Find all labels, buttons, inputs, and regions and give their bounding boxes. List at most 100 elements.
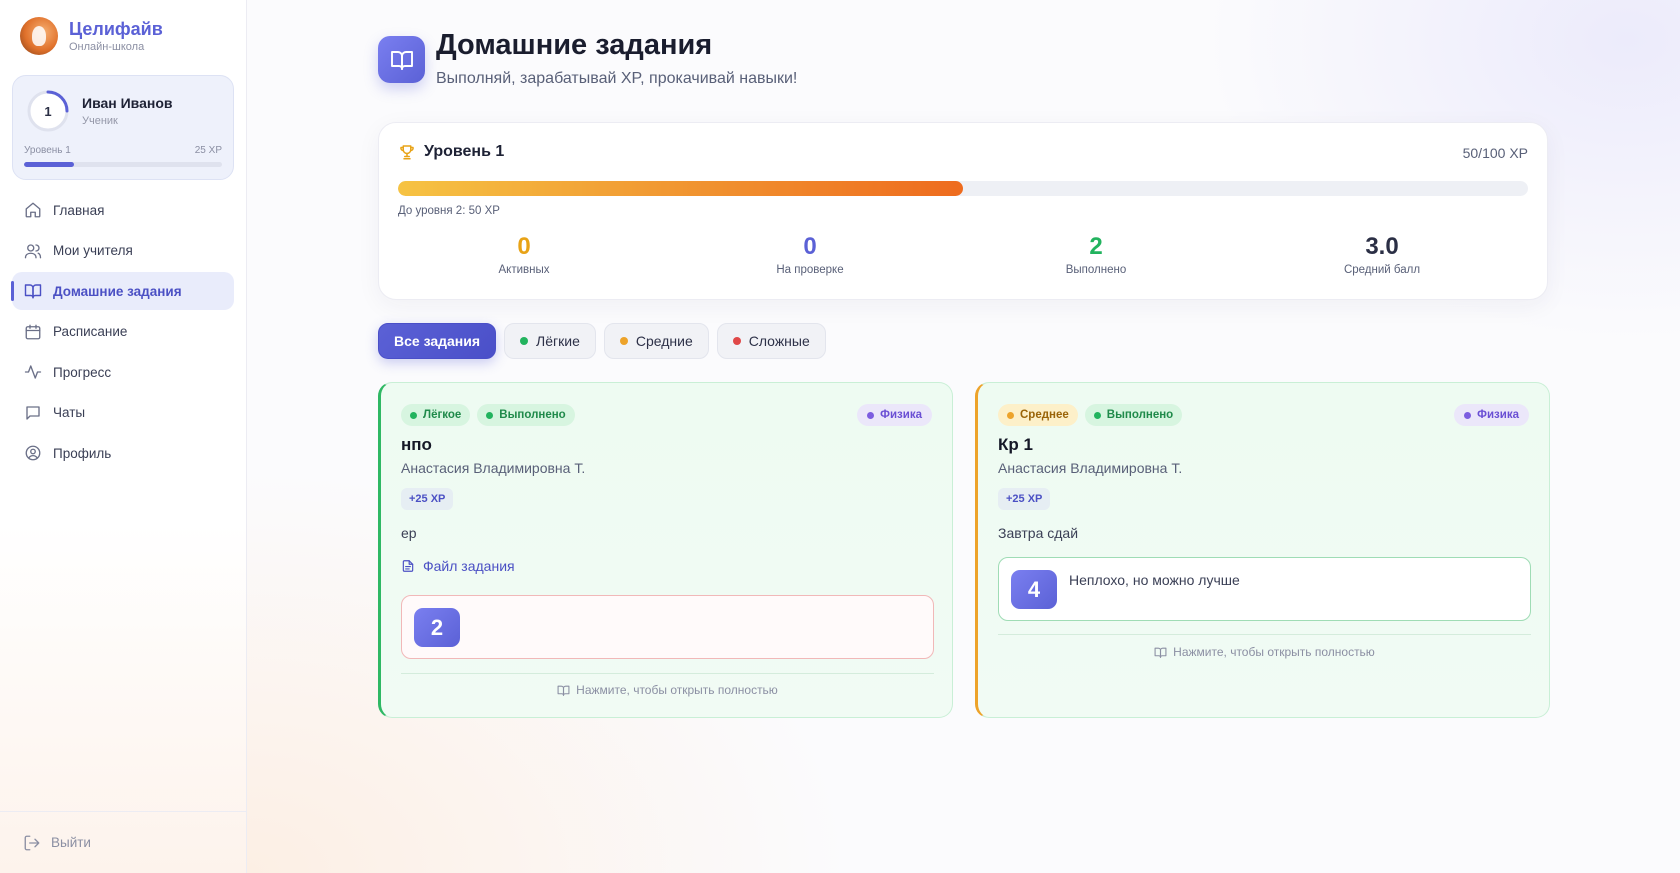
task-card[interactable]: Среднее Выполнено Физика Кр 1 Анастасия … xyxy=(975,382,1550,718)
sidebar-item-label: Профиль xyxy=(53,445,112,461)
stat-value: 0 xyxy=(517,233,531,260)
file-icon xyxy=(402,560,414,572)
filter-easy[interactable]: Лёгкие xyxy=(504,323,596,359)
grade-value: 2 xyxy=(414,608,460,647)
stat-active: 0 Активных xyxy=(424,233,624,276)
home-icon xyxy=(24,201,42,219)
grade-comment: Неплохо, но можно лучше xyxy=(1069,572,1240,588)
status-dot-icon xyxy=(486,411,494,419)
level-ring: 1 xyxy=(26,89,70,133)
calendar-icon xyxy=(24,323,42,341)
medium-dot-icon xyxy=(1007,411,1014,419)
divider xyxy=(998,634,1531,635)
filter-all[interactable]: Все задания xyxy=(378,323,497,359)
subject-dot-icon xyxy=(1464,411,1472,419)
task-file-link[interactable]: Файл задания xyxy=(401,558,515,574)
grade-box: 4 Неплохо, но можно лучше xyxy=(998,557,1531,621)
stat-value: 2 xyxy=(1089,233,1103,260)
subject-dot-icon xyxy=(867,411,875,419)
filter-label: Средние xyxy=(635,333,693,349)
level-heading: Уровень 1 xyxy=(398,143,504,161)
page-subtitle: Выполняй, зарабатывай XP, прокачивай нав… xyxy=(436,70,798,87)
user-xp-label: 25 XP xyxy=(194,145,222,156)
stat-label: Активных xyxy=(498,264,550,276)
task-tags: Среднее Выполнено xyxy=(998,404,1189,426)
task-teacher: Анастасия Владимировна Т. xyxy=(998,460,1183,476)
subject-badge: Физика xyxy=(1454,404,1529,426)
brand-logo xyxy=(20,17,58,55)
stat-label: На проверке xyxy=(776,264,844,276)
medium-dot-icon xyxy=(619,337,628,345)
chat-icon xyxy=(24,404,42,422)
filter-medium[interactable]: Средние xyxy=(603,323,709,359)
sidebar-item-label: Прогресс xyxy=(53,364,112,380)
sidebar-item-label: Расписание xyxy=(53,324,128,339)
sidebar-item-chats[interactable]: Чаты xyxy=(12,394,234,432)
task-title: Кр 1 xyxy=(998,435,1033,454)
subject-label: Физика xyxy=(880,409,922,421)
sidebar-item-progress[interactable]: Прогресс xyxy=(12,353,234,391)
status-label: Выполнено xyxy=(499,409,566,421)
level-progress-bar xyxy=(398,181,1528,196)
users-icon xyxy=(24,242,42,260)
brand-name: Целифайв xyxy=(69,19,163,39)
profile-icon xyxy=(24,444,42,462)
main-content: Домашние задания Выполняй, зарабатывай X… xyxy=(247,0,1680,873)
sidebar-item-home[interactable]: Главная xyxy=(12,191,234,229)
stat-label: Выполнено xyxy=(1065,264,1127,276)
user-name: Иван Иванов xyxy=(82,95,173,111)
user-level-label: Уровень 1 xyxy=(24,145,71,156)
grade-box: 2 xyxy=(401,595,934,659)
task-card[interactable]: Лёгкое Выполнено Физика нпо Анастасия Вл… xyxy=(378,382,953,718)
difficulty-badge: Среднее xyxy=(998,404,1078,426)
status-badge: Выполнено xyxy=(1084,404,1183,426)
hard-dot-icon xyxy=(732,337,741,345)
sidebar-item-label: Главная xyxy=(53,202,105,218)
book-icon xyxy=(557,685,570,696)
xp-reward: +25 XP xyxy=(401,488,454,510)
brand[interactable]: Целифайв Онлайн-школа xyxy=(20,17,163,55)
stats-row: 0 Активных 0 На проверке 2 Выполнено 3.0… xyxy=(379,233,1547,288)
sidebar-item-homework[interactable]: Домашние задания xyxy=(11,272,234,310)
stat-review: 0 На проверке xyxy=(710,233,910,276)
grade-value: 4 xyxy=(1011,570,1057,609)
open-hint-label: Нажмите, чтобы открыть полностью xyxy=(576,683,778,697)
brand-subtitle: Онлайн-школа xyxy=(69,41,145,53)
level-number: 1 xyxy=(44,103,52,119)
stat-value: 3.0 xyxy=(1365,233,1399,260)
easy-dot-icon xyxy=(410,411,417,419)
sidebar-item-label: Чаты xyxy=(53,405,86,420)
open-hint: Нажмите, чтобы открыть полностью xyxy=(998,645,1531,659)
level-xp: 50/100 XP xyxy=(1462,145,1528,161)
activity-icon xyxy=(24,363,42,381)
open-hint: Нажмите, чтобы открыть полностью xyxy=(401,683,934,697)
user-role: Ученик xyxy=(82,115,118,127)
logout-button[interactable]: Выйти xyxy=(0,811,247,873)
trophy-icon xyxy=(400,145,414,160)
filter-hard[interactable]: Сложные xyxy=(716,323,826,359)
sidebar-nav: Главная Мои учителя Домашние задания Рас… xyxy=(11,191,234,475)
difficulty-label: Лёгкое xyxy=(423,409,462,421)
filter-label: Сложные xyxy=(748,333,810,349)
task-tags: Лёгкое Выполнено xyxy=(401,404,582,426)
status-badge: Выполнено xyxy=(477,404,575,426)
sidebar-item-teachers[interactable]: Мои учителя xyxy=(12,232,234,270)
logout-label: Выйти xyxy=(51,835,91,850)
logout-icon xyxy=(23,834,41,852)
book-icon xyxy=(24,282,42,300)
sidebar: Целифайв Онлайн-школа 1 Иван Иванов Учен… xyxy=(0,0,247,873)
sidebar-item-profile[interactable]: Профиль xyxy=(12,434,234,472)
difficulty-badge: Лёгкое xyxy=(401,404,471,426)
user-level-progress xyxy=(24,162,222,167)
subject-badge: Физика xyxy=(857,404,932,426)
level-card: Уровень 1 50/100 XP До уровня 2: 50 XP 0… xyxy=(378,122,1548,300)
task-title: нпо xyxy=(401,435,432,454)
stat-label: Средний балл xyxy=(1343,264,1421,276)
sidebar-item-schedule[interactable]: Расписание xyxy=(12,313,234,351)
sidebar-item-label: Мои учителя xyxy=(53,243,133,258)
difficulty-filters: Все задания Лёгкие Средние Сложные xyxy=(378,323,834,359)
task-description: ер xyxy=(401,525,417,541)
stat-completed: 2 Выполнено xyxy=(996,233,1196,276)
stat-value: 0 xyxy=(803,233,817,260)
user-card[interactable]: 1 Иван Иванов Ученик Уровень 1 25 XP xyxy=(12,75,234,180)
